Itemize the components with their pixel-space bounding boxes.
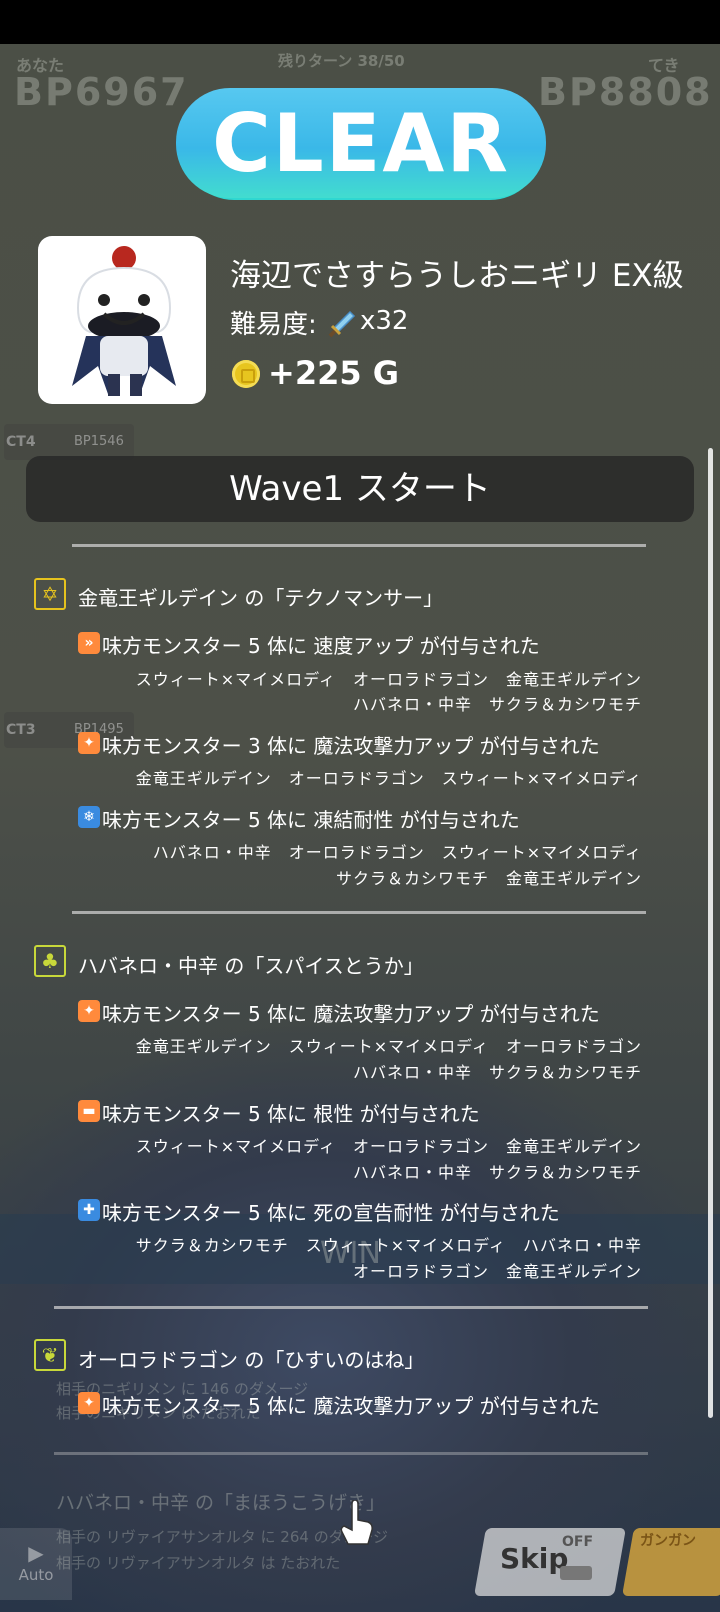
gold-coin-icon — [232, 360, 260, 388]
battle-log-line: 相手の リヴァイアサンオルタ は たおれた — [56, 1554, 341, 1572]
skip-label: Skip — [500, 1542, 569, 1575]
magic-attack-up-icon: ✦ — [78, 1392, 100, 1414]
unit-bp: BP1546 — [74, 434, 124, 449]
target-monsters: ハバネロ・中辛 サクラ＆カシワモチ — [352, 1163, 642, 1182]
skill-title: オーロラドラゴン の「ひすいのはね」 — [78, 1348, 425, 1372]
buff-line: 味方モンスター 5 体に 凍結耐性 が付与された — [102, 808, 520, 832]
difficulty-value: x32 — [360, 306, 409, 336]
ct-counter: CT4 — [6, 434, 36, 450]
divider — [72, 544, 646, 547]
player-bp: BP6967 — [14, 70, 189, 114]
target-monsters: ハバネロ・中辛 サクラ＆カシワモチ — [352, 1063, 642, 1082]
enemy-bp: BP8808 — [538, 70, 713, 114]
doom-resist-icon: ✚ — [78, 1199, 100, 1221]
scrollbar[interactable] — [708, 448, 713, 1418]
turns-left: 残りターン 38/50 — [278, 52, 405, 70]
target-monsters: スウィート×マイメロディ オーロラドラゴン 金竜王ギルデイン — [135, 1137, 642, 1156]
clover-icon: ♣ — [34, 945, 66, 977]
skill-title: 金竜王ギルデイン の「テクノマンサー」 — [78, 586, 444, 610]
magic-attack-up-icon: ✦ — [78, 1000, 100, 1022]
tap-hand-icon — [340, 1499, 374, 1546]
freeze-resist-icon: ❄ — [78, 806, 100, 828]
battle-log-line: 相手の リヴァイアサンオルタ に 264 のダメージ — [56, 1528, 388, 1546]
buff-line: 味方モンスター 5 体に 根性 が付与された — [102, 1102, 480, 1126]
target-monsters: サクラ＆カシワモチ スウィート×マイメロディ ハバネロ・中辛 — [135, 1236, 642, 1255]
hexagram-icon: ✡ — [34, 578, 66, 610]
wave-title: Wave1 スタート — [229, 469, 491, 509]
skill-title: ハバネロ・中辛 の「スパイスとうか」 — [78, 954, 424, 978]
clear-text: CLEAR — [176, 88, 546, 198]
target-monsters: 金竜王ギルデイン オーロラドラゴン スウィート×マイメロディ — [135, 769, 642, 788]
divider — [72, 911, 646, 914]
auto-label: Auto — [18, 1566, 54, 1584]
buff-line: 味方モンスター 5 体に 死の宣告耐性 が付与された — [102, 1201, 560, 1225]
ct-counter: CT3 — [6, 722, 36, 738]
buff-line: 味方モンスター 5 体に 魔法攻撃力アップ が付与された — [102, 1002, 600, 1026]
ganban-label: ガンガン — [640, 1533, 696, 1549]
play-icon: ▶ — [28, 1541, 44, 1565]
divider — [54, 1306, 648, 1309]
stage-name: 海辺でさすらうしおニギリ EX級 — [230, 258, 684, 294]
buff-line: 味方モンスター 5 体に 速度アップ が付与された — [102, 634, 540, 658]
divider — [54, 1452, 648, 1455]
auto-button[interactable]: ▶ Auto — [0, 1528, 72, 1600]
feather-icon: ❦ — [34, 1339, 66, 1371]
buff-line: 味方モンスター 3 体に 魔法攻撃力アップ が付与された — [102, 734, 600, 758]
wave-header: Wave1 スタート — [26, 456, 694, 522]
target-monsters: オーロラドラゴン 金竜王ギルデイン — [352, 1262, 642, 1281]
status-bar — [0, 0, 720, 44]
magic-attack-up-icon: ✦ — [78, 732, 100, 754]
skip-toggle[interactable] — [560, 1566, 592, 1580]
gold-reward: +225 G — [268, 354, 400, 392]
difficulty-label: 難易度: — [230, 310, 317, 340]
target-monsters: ハバネロ・中辛 サクラ＆カシワモチ — [352, 695, 642, 714]
target-monsters: ハバネロ・中辛 オーロラドラゴン スウィート×マイメロディ — [152, 843, 642, 862]
guts-icon: ▬ — [78, 1100, 100, 1122]
sword-icon — [326, 310, 356, 340]
battle-log-title: ハバネロ・中辛 の「まほうこうげき」 — [56, 1492, 386, 1514]
target-monsters: サクラ＆カシワモチ 金竜王ギルデイン — [335, 869, 642, 888]
buff-line: 味方モンスター 5 体に 魔法攻撃力アップ が付与された — [102, 1394, 600, 1418]
monster-portrait — [38, 236, 206, 404]
speed-up-icon: » — [78, 632, 100, 654]
clear-banner: CLEAR — [176, 88, 546, 202]
skip-off-label: OFF — [562, 1534, 594, 1550]
target-monsters: スウィート×マイメロディ オーロラドラゴン 金竜王ギルデイン — [135, 670, 642, 689]
target-monsters: 金竜王ギルデイン スウィート×マイメロディ オーロラドラゴン — [135, 1037, 642, 1056]
